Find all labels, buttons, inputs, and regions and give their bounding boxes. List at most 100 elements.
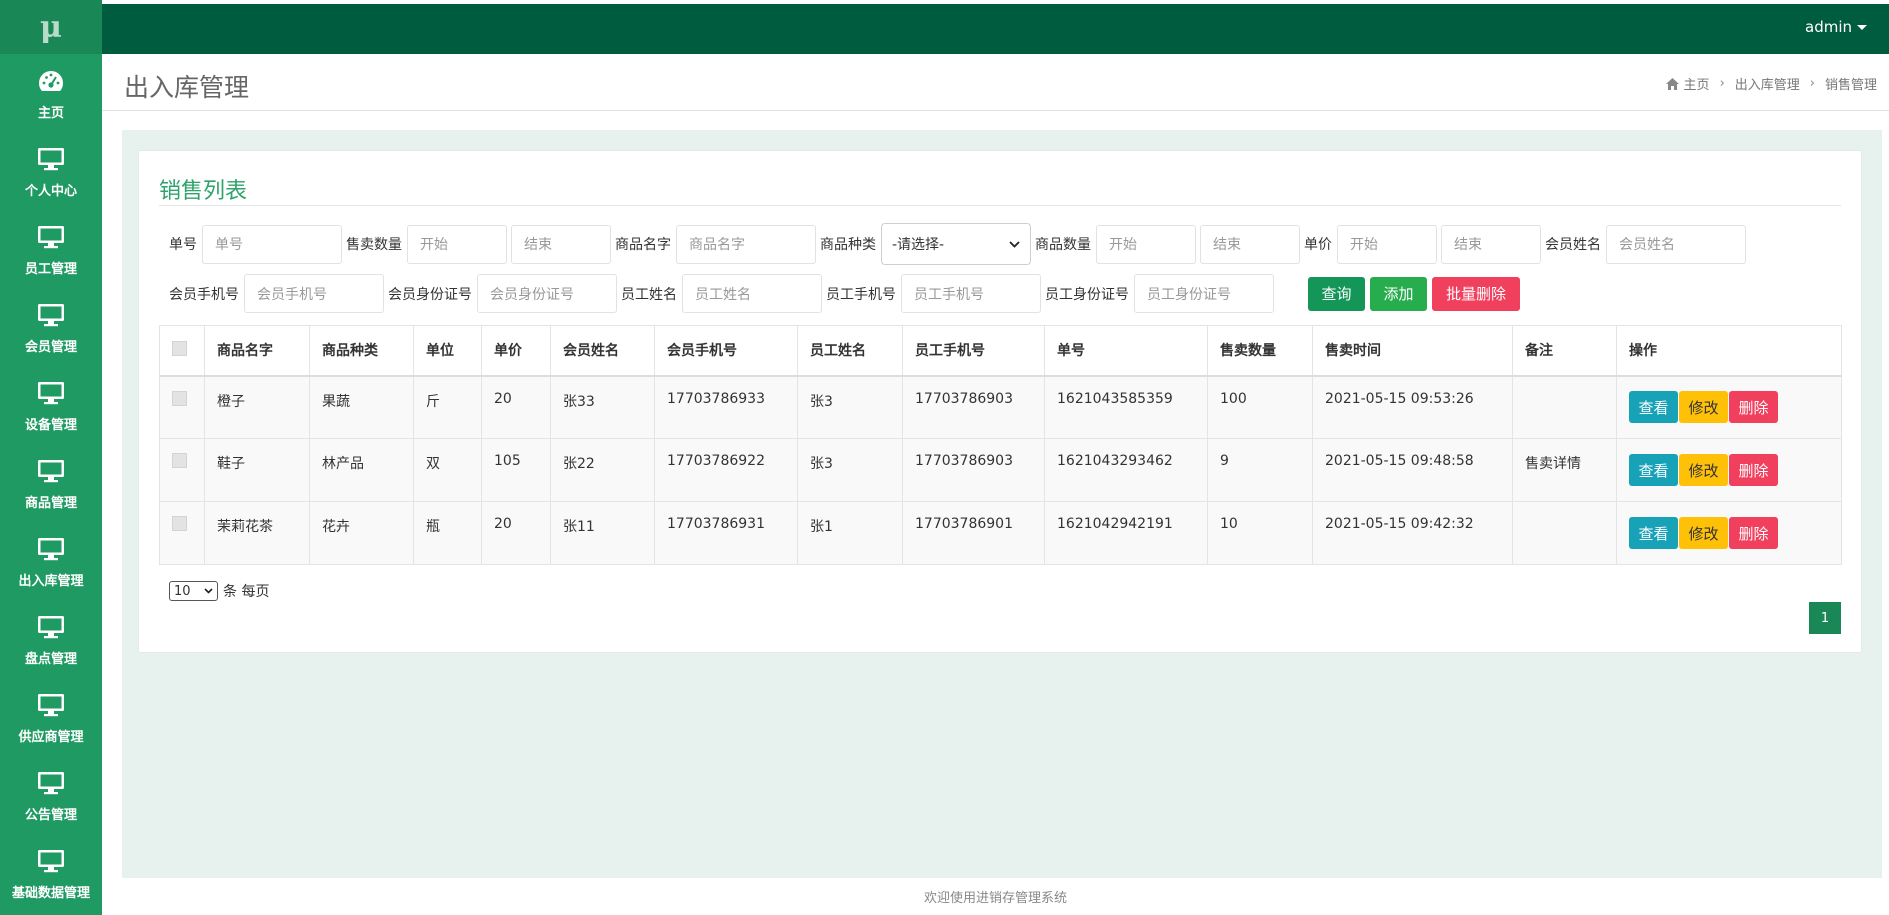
row-checkbox[interactable] xyxy=(172,453,187,468)
sidebar: μ 主页个人中心员工管理会员管理设备管理商品管理出入库管理盘点管理供应商管理公告… xyxy=(0,0,102,915)
sidebar-item-9[interactable]: 公告管理 xyxy=(0,756,102,834)
sidebar-item-1[interactable]: 个人中心 xyxy=(0,132,102,210)
col-staff-phone: 员工手机号 xyxy=(902,325,1045,377)
edit-button[interactable]: 修改 xyxy=(1679,517,1728,549)
sidebar-item-0[interactable]: 主页 xyxy=(0,54,102,132)
cell-sale-qty: 100 xyxy=(1207,375,1313,439)
staff-id-input[interactable]: 员工身份证号 xyxy=(1134,274,1274,313)
cell-staff-name: 张1 xyxy=(797,501,903,565)
price-start-input[interactable]: 开始 xyxy=(1337,224,1437,264)
page-title: 出入库管理 xyxy=(124,73,250,102)
app-logo: μ xyxy=(0,0,102,54)
cell-sale-qty: 10 xyxy=(1207,501,1313,565)
cell-order-no: 1621042942191 xyxy=(1044,501,1208,565)
monitor-icon xyxy=(36,690,66,720)
member-id-input[interactable]: 会员身份证号 xyxy=(477,274,617,313)
sidebar-item-6[interactable]: 出入库管理 xyxy=(0,522,102,600)
view-button[interactable]: 查看 xyxy=(1629,454,1678,486)
col-remark: 备注 xyxy=(1512,325,1617,377)
col-price: 单价 xyxy=(481,325,551,377)
col-member-name: 会员姓名 xyxy=(550,325,655,377)
sidebar-item-label: 基础数据管理 xyxy=(11,885,90,901)
goods-qty-label: 商品数量 xyxy=(1035,237,1091,253)
cell-member-name: 张33 xyxy=(550,375,655,439)
monitor-icon xyxy=(36,300,66,330)
sale-qty-start-input[interactable]: 开始 xyxy=(407,224,507,264)
goods-type-label: 商品种类 xyxy=(820,237,876,253)
sidebar-item-label: 主页 xyxy=(37,105,64,121)
cell-goods-type: 果蔬 xyxy=(309,375,414,439)
goods-type-select[interactable]: -请选择- xyxy=(881,223,1031,265)
cell-actions: 查看 修改 删除 xyxy=(1616,375,1842,439)
page-size-select[interactable]: 10 xyxy=(169,581,218,601)
member-phone-label: 会员手机号 xyxy=(169,286,239,303)
cell-remark: 售卖详情 xyxy=(1512,438,1617,502)
monitor-icon xyxy=(36,846,66,876)
view-button[interactable]: 查看 xyxy=(1629,391,1678,424)
cell-staff-name: 张3 xyxy=(797,375,903,439)
staff-phone-input[interactable]: 员工手机号 xyxy=(901,274,1041,313)
col-order-no: 单号 xyxy=(1044,325,1208,377)
col-sale-qty: 售卖数量 xyxy=(1207,325,1313,377)
cell-sale-time: 2021-05-15 09:42:32 xyxy=(1312,501,1513,565)
delete-button[interactable]: 删除 xyxy=(1729,517,1778,549)
order-no-label: 单号 xyxy=(169,237,197,253)
sidebar-item-2[interactable]: 员工管理 xyxy=(0,210,102,288)
staff-id-label: 员工身份证号 xyxy=(1045,286,1129,303)
query-button[interactable]: 查询 xyxy=(1308,276,1365,311)
edit-button[interactable]: 修改 xyxy=(1679,454,1728,486)
cell-sale-time: 2021-05-15 09:48:58 xyxy=(1312,438,1513,502)
goods-qty-start-input[interactable]: 开始 xyxy=(1096,224,1196,264)
col-unit: 单位 xyxy=(413,325,482,377)
staff-name-input[interactable]: 员工姓名 xyxy=(682,274,822,313)
delete-button[interactable]: 删除 xyxy=(1729,454,1778,486)
page-size-control: 10 条 每页 xyxy=(169,581,269,601)
panel-title: 销售列表 xyxy=(159,179,248,204)
add-button[interactable]: 添加 xyxy=(1370,276,1427,311)
sidebar-item-label: 盘点管理 xyxy=(24,651,77,667)
per-page-label: 条 每页 xyxy=(223,584,270,600)
sidebar-item-5[interactable]: 商品管理 xyxy=(0,444,102,522)
sidebar-item-label: 出入库管理 xyxy=(18,573,84,589)
cell-goods-name: 橙子 xyxy=(204,375,310,439)
price-end-input[interactable]: 结束 xyxy=(1441,224,1541,264)
row-checkbox[interactable] xyxy=(172,516,187,531)
col-staff-name: 员工姓名 xyxy=(797,325,903,377)
sidebar-item-4[interactable]: 设备管理 xyxy=(0,366,102,444)
sidebar-item-label: 员工管理 xyxy=(24,261,77,277)
sidebar-item-7[interactable]: 盘点管理 xyxy=(0,600,102,678)
sidebar-item-label: 供应商管理 xyxy=(18,729,84,745)
breadcrumb-stock[interactable]: 出入库管理 xyxy=(1735,74,1800,93)
sales-table: 商品名字 商品种类 单位 单价 会员姓名 会员手机号 员工姓名 员工手机号 单号… xyxy=(159,325,1842,565)
goods-qty-end-input[interactable]: 结束 xyxy=(1200,224,1300,264)
sidebar-item-8[interactable]: 供应商管理 xyxy=(0,678,102,756)
sidebar-item-label: 设备管理 xyxy=(24,417,77,433)
topbar: admin xyxy=(102,0,1889,54)
user-menu[interactable]: admin xyxy=(1805,18,1867,36)
sidebar-item-3[interactable]: 会员管理 xyxy=(0,288,102,366)
member-phone-input[interactable]: 会员手机号 xyxy=(244,274,384,313)
goods-name-input[interactable]: 商品名字 xyxy=(676,224,816,264)
monitor-icon xyxy=(36,534,66,564)
sidebar-item-10[interactable]: 基础数据管理 xyxy=(0,834,102,912)
breadcrumb: 主页 › 出入库管理 › 销售管理 xyxy=(1665,74,1877,93)
table-header-row: 商品名字 商品种类 单位 单价 会员姓名 会员手机号 员工姓名 员工手机号 单号… xyxy=(159,325,1842,377)
cell-price: 105 xyxy=(481,438,551,502)
divider xyxy=(159,205,1841,206)
cell-goods-name: 鞋子 xyxy=(204,438,310,502)
cell-member-phone: 17703786931 xyxy=(654,501,798,565)
view-button[interactable]: 查看 xyxy=(1629,517,1678,549)
order-no-input[interactable]: 单号 xyxy=(202,224,342,264)
caret-down-icon xyxy=(1857,25,1867,30)
sale-qty-end-input[interactable]: 结束 xyxy=(511,224,611,264)
delete-button[interactable]: 删除 xyxy=(1729,391,1778,424)
member-name-input[interactable]: 会员姓名 xyxy=(1606,224,1746,264)
row-checkbox[interactable] xyxy=(172,390,187,406)
edit-button[interactable]: 修改 xyxy=(1679,391,1728,424)
page-1-button[interactable]: 1 xyxy=(1809,602,1841,634)
breadcrumb-home[interactable]: 主页 xyxy=(1684,74,1710,93)
cell-goods-name: 茉莉花茶 xyxy=(204,501,310,565)
select-all-checkbox[interactable] xyxy=(172,340,187,356)
cell-staff-name: 张3 xyxy=(797,438,903,502)
batch-delete-button[interactable]: 批量删除 xyxy=(1432,276,1520,311)
